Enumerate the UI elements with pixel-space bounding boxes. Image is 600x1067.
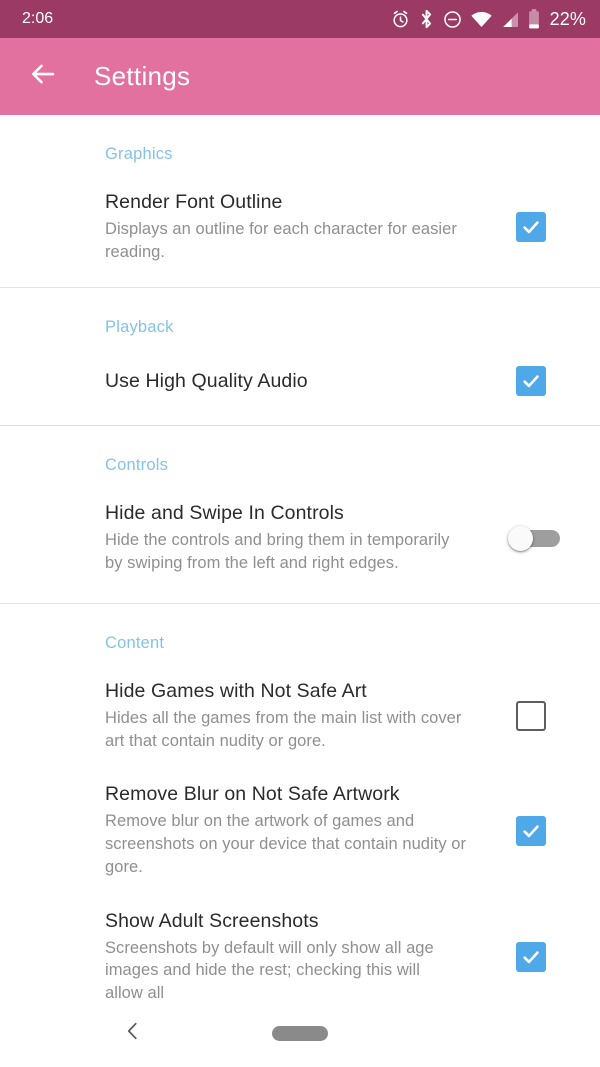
- pref-text: Hide and Swipe In Controls Hide the cont…: [105, 501, 508, 574]
- section-header-content: Content: [105, 633, 165, 652]
- page-title: Settings: [94, 61, 191, 91]
- pref-title: Show Adult Screenshots: [105, 909, 319, 932]
- pref-widget: [508, 941, 554, 972]
- switch-thumb: [508, 526, 533, 552]
- pref-title: Remove Blur on Not Safe Artwork: [105, 783, 400, 806]
- pref-widget: [508, 211, 554, 242]
- section-content: Content Hide Games with Not Safe Art Hid…: [0, 604, 600, 1000]
- check-icon: [520, 216, 542, 238]
- switch-hide-and-swipe-in-controls[interactable]: [508, 526, 560, 552]
- pref-summary: Displays an outline for each character f…: [105, 219, 457, 261]
- pref-text: Remove Blur on Not Safe Artwork Remove b…: [105, 782, 508, 878]
- pref-text: Show Adult Screenshots Screenshots by de…: [105, 909, 508, 1000]
- pref-widget: [508, 700, 554, 731]
- pref-remove-blur-on-not-safe-artwork[interactable]: Remove Blur on Not Safe Artwork Remove b…: [0, 782, 600, 878]
- system-navigation-bar: [0, 1000, 600, 1067]
- section-header-controls: Controls: [105, 456, 169, 475]
- battery-icon: [528, 9, 540, 29]
- pref-hide-games-with-not-safe-art[interactable]: Hide Games with Not Safe Art Hides all t…: [0, 679, 600, 752]
- pref-show-adult-screenshots[interactable]: Show Adult Screenshots Screenshots by de…: [0, 909, 600, 1000]
- pref-use-high-quality-audio[interactable]: Use High Quality Audio: [0, 363, 600, 425]
- status-bar: 2:06 22%: [0, 0, 600, 38]
- back-arrow-icon: [28, 59, 58, 94]
- wifi-icon: [471, 11, 492, 28]
- pref-title: Render Font Outline: [105, 191, 283, 213]
- section-graphics: Graphics Render Font Outline Displays an…: [0, 115, 600, 287]
- pref-text: Use High Quality Audio: [105, 369, 508, 394]
- pref-widget: [508, 366, 554, 397]
- checkbox-remove-blur-on-not-safe-artwork[interactable]: [516, 815, 546, 846]
- app-bar: Settings: [0, 38, 600, 115]
- pref-hide-and-swipe-in-controls[interactable]: Hide and Swipe In Controls Hide the cont…: [0, 501, 600, 602]
- checkbox-hide-games-with-not-safe-art[interactable]: [516, 700, 546, 731]
- pref-title: Hide Games with Not Safe Art: [105, 679, 367, 702]
- status-bar-icons: 22%: [391, 9, 586, 30]
- check-icon: [520, 820, 542, 842]
- nav-home-handle[interactable]: [272, 1026, 328, 1041]
- pref-text: Hide Games with Not Safe Art Hides all t…: [105, 679, 508, 752]
- pref-summary: Screenshots by default will only show al…: [105, 938, 434, 1000]
- alarm-icon: [391, 10, 410, 29]
- section-header-graphics: Graphics: [105, 145, 173, 163]
- pref-text: Render Font Outline Displays an outline …: [105, 190, 508, 263]
- section-controls: Controls Hide and Swipe In Controls Hide…: [0, 426, 600, 602]
- pref-title: Use High Quality Audio: [105, 370, 308, 392]
- pref-summary: Hides all the games from the main list w…: [105, 708, 462, 750]
- battery-percent-label: 22%: [549, 8, 586, 29]
- section-header-playback: Playback: [105, 318, 174, 337]
- cellular-signal-icon: [501, 11, 519, 28]
- pref-summary: Hide the controls and bring them in temp…: [105, 531, 450, 573]
- nav-back-button[interactable]: [113, 1014, 153, 1054]
- back-button[interactable]: [22, 56, 64, 98]
- pref-render-font-outline[interactable]: Render Font Outline Displays an outline …: [0, 190, 600, 287]
- pref-title: Hide and Swipe In Controls: [105, 502, 344, 525]
- do-not-disturb-icon: [443, 10, 462, 29]
- nav-back-icon: [122, 1020, 144, 1047]
- settings-scroll-container[interactable]: Graphics Render Font Outline Displays an…: [0, 115, 600, 1000]
- pref-widget: [508, 526, 560, 552]
- check-icon: [520, 370, 542, 392]
- check-icon: [520, 946, 542, 968]
- status-bar-clock: 2:06: [22, 10, 54, 27]
- pref-widget: [508, 815, 554, 846]
- section-playback: Playback Use High Quality Audio: [0, 288, 600, 425]
- checkbox-use-high-quality-audio[interactable]: [516, 366, 546, 397]
- checkbox-render-font-outline[interactable]: [516, 211, 546, 242]
- pref-summary: Remove blur on the artwork of games and …: [105, 812, 467, 876]
- bluetooth-icon: [419, 9, 434, 29]
- checkbox-show-adult-screenshots[interactable]: [516, 941, 546, 972]
